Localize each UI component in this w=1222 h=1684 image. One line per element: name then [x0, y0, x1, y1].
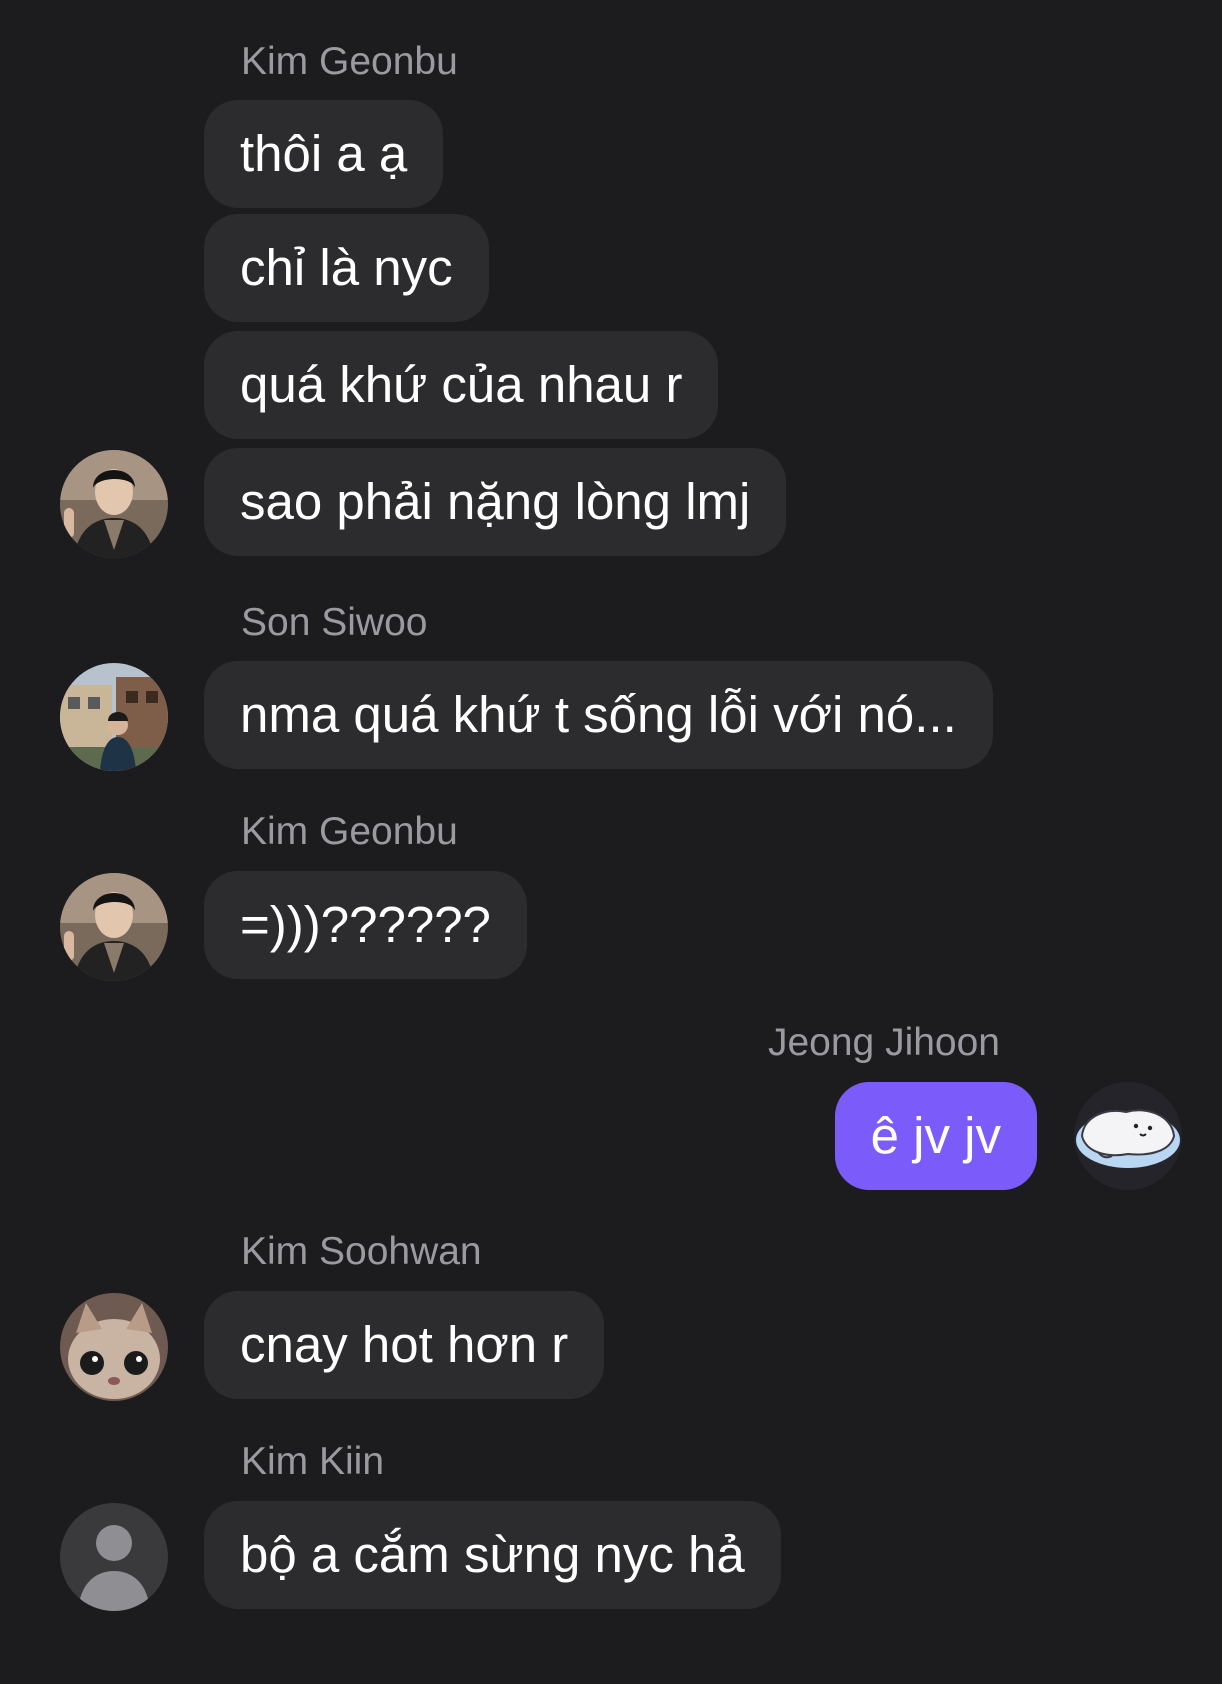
message-bubble[interactable]: =)))?????? — [204, 871, 527, 979]
cat-photo-icon — [60, 1293, 168, 1401]
message-bubble[interactable]: cnay hot hơn r — [204, 1291, 605, 1399]
message-bubble[interactable]: chỉ là nyc — [204, 214, 489, 322]
avatar-kim-kiin[interactable] — [60, 1503, 168, 1611]
sender-name: Jeong Jihoon — [767, 1021, 1000, 1064]
sender-name: Son Siwoo — [241, 601, 428, 644]
sender-name: Kim Geonbu — [241, 810, 458, 853]
message-bubble[interactable]: sao phải nặng lòng lmj — [204, 448, 787, 556]
user-photo-icon — [60, 663, 168, 771]
message-bubble-outgoing[interactable]: ê jv jv — [834, 1082, 1037, 1190]
sender-name: Kim Soohwan — [241, 1230, 482, 1273]
avatar-jeong-jihoon[interactable] — [1074, 1082, 1182, 1190]
user-photo-icon — [60, 450, 168, 558]
message-bubble[interactable]: quá khứ của nhau r — [204, 331, 719, 439]
avatar-kim-soohwan[interactable] — [60, 1293, 168, 1401]
avatar-kim-geonbu[interactable] — [60, 873, 168, 981]
message-bubble[interactable]: bộ a cắm sừng nyc hả — [204, 1501, 781, 1609]
person-silhouette-icon — [60, 1503, 168, 1611]
sender-name: Kim Geonbu — [241, 40, 458, 83]
message-bubble[interactable]: thôi a ạ — [204, 100, 444, 208]
message-bubble[interactable]: nma quá khứ t sống lỗi với nó... — [204, 661, 993, 769]
user-photo-icon — [60, 873, 168, 981]
cartoon-blob-icon — [1074, 1082, 1182, 1190]
chat-message-list: Kim Geonbu thôi a ạ chỉ là nyc quá khứ c… — [0, 0, 1222, 1684]
sender-name: Kim Kiin — [241, 1440, 385, 1483]
avatar-kim-geonbu[interactable] — [60, 450, 168, 558]
avatar-son-siwoo[interactable] — [60, 663, 168, 771]
